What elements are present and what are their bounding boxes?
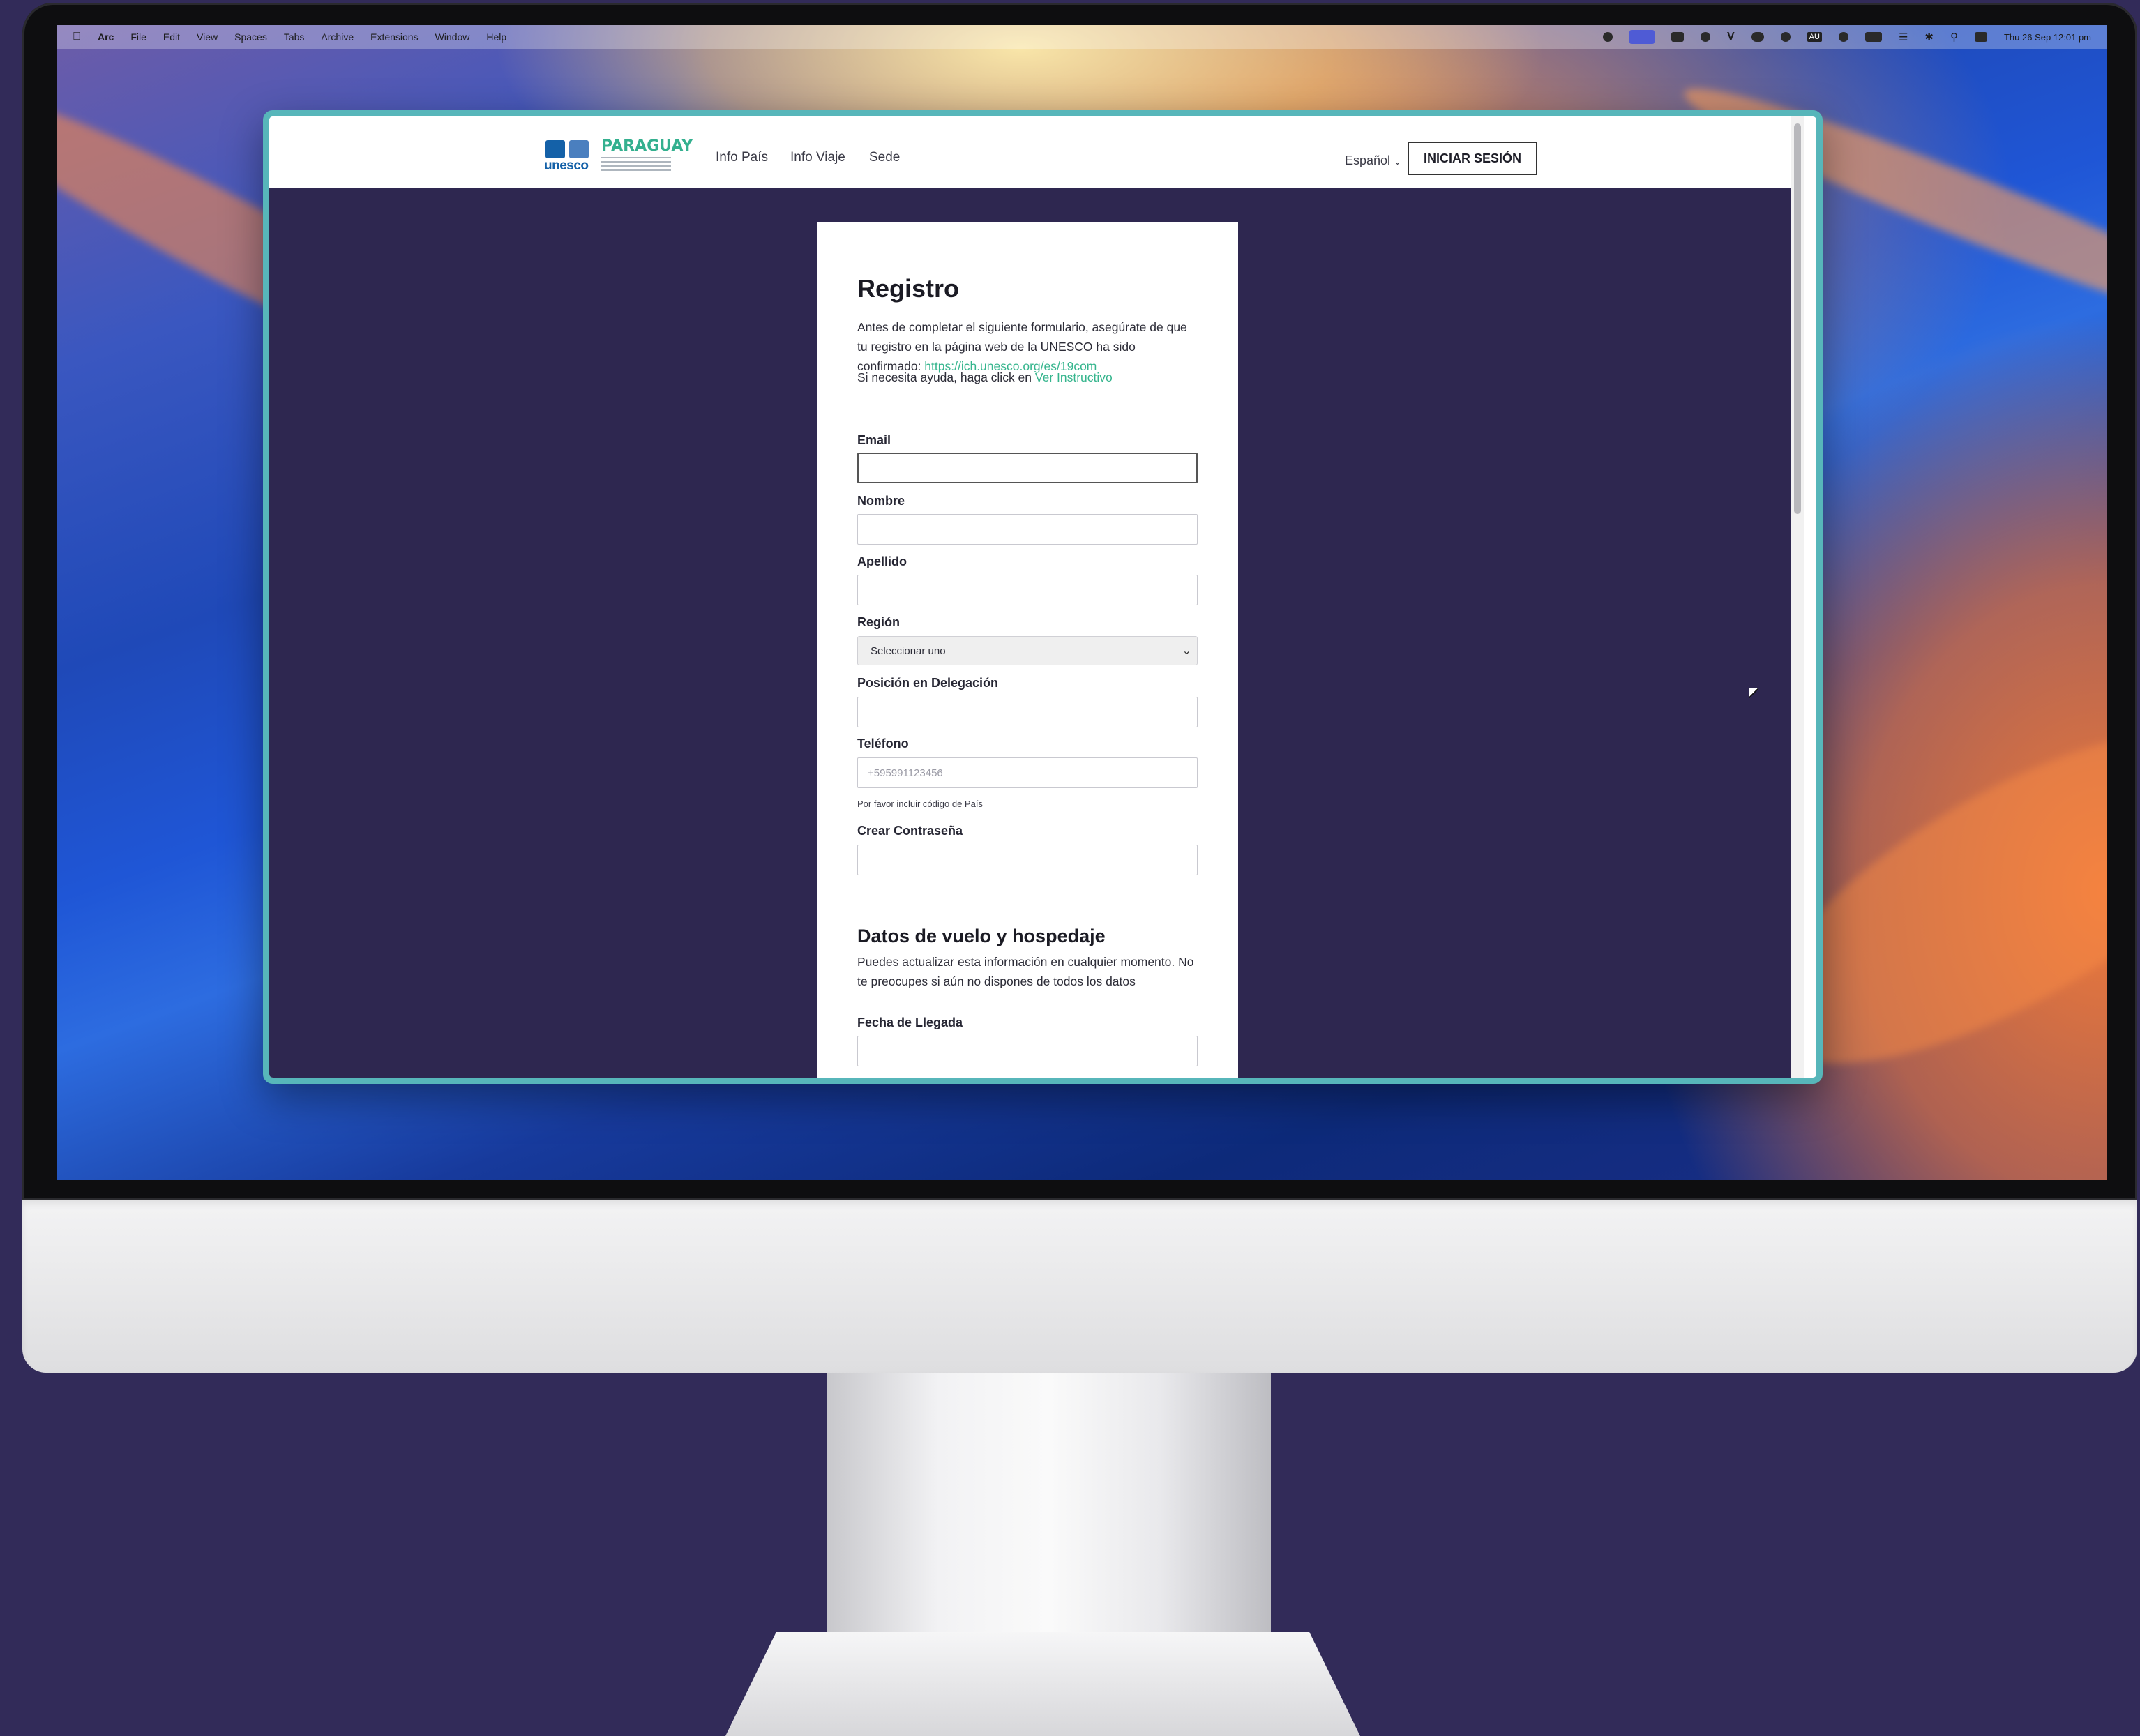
globe-icon[interactable] <box>1780 32 1791 42</box>
nombre-label: Nombre <box>857 494 905 508</box>
login-button[interactable]: INICIAR SESIÓN <box>1408 142 1537 175</box>
page-content: Registro Antes de completar el siguiente… <box>269 188 1791 1078</box>
menu-edit[interactable]: Edit <box>163 31 180 43</box>
monitor-chin <box>22 1200 2137 1373</box>
unesco-logo-text: unesco <box>544 158 589 173</box>
region-select[interactable]: Seleccionar uno ⌄ <box>857 636 1198 665</box>
menu-window[interactable]: Window <box>435 31 470 43</box>
menu-clock[interactable]: Thu 26 Sep 12:01 pm <box>2004 32 2091 43</box>
menu-view[interactable]: View <box>197 31 218 43</box>
form-title: Registro <box>857 274 960 303</box>
menu-archive[interactable]: Archive <box>321 31 354 43</box>
fecha-llegada-field[interactable] <box>857 1036 1198 1066</box>
nav-info-viaje[interactable]: Info Viaje <box>790 150 845 165</box>
monitor-stand <box>827 1373 1271 1666</box>
flight-section-title: Datos de vuelo y hospedaje <box>857 926 1106 946</box>
flight-section-text: Puedes actualizar esta información en cu… <box>857 955 1194 988</box>
help-paragraph: Si necesita ayuda, haga click en Ver Ins… <box>857 368 1199 387</box>
menu-file[interactable]: File <box>130 31 146 43</box>
battery-icon[interactable] <box>1864 32 1882 42</box>
unesco-logo-icon <box>545 140 565 158</box>
menu-bar:  Arc File Edit View Spaces Tabs Archive… <box>57 25 2107 49</box>
instructions-link[interactable]: Ver Instructivo <box>1035 370 1113 384</box>
posicion-label: Posición en Delegación <box>857 676 999 690</box>
nav-sede[interactable]: Sede <box>869 150 900 165</box>
region-label: Región <box>857 615 900 629</box>
chevron-down-icon: ⌄ <box>1394 156 1401 167</box>
password-field[interactable] <box>857 845 1198 875</box>
bluetooth-icon[interactable]: ✱ <box>1924 31 1934 43</box>
paraguay-brand[interactable]: PARAGUAY <box>601 137 693 155</box>
chevron-down-icon: ⌄ <box>1182 645 1191 657</box>
help-text: Si necesita ayuda, haga click en <box>857 370 1035 384</box>
record-icon[interactable] <box>1602 32 1613 42</box>
menu-help[interactable]: Help <box>486 31 506 43</box>
fecha-llegada-label: Fecha de Llegada <box>857 1016 963 1029</box>
menu-extensions[interactable]: Extensions <box>370 31 418 43</box>
brand-tagline-graphic <box>601 157 671 172</box>
language-label: Español <box>1345 153 1391 167</box>
monitor-foot <box>725 1632 1360 1736</box>
registration-form: Registro Antes de completar el siguiente… <box>817 222 1238 1078</box>
email-label: Email <box>857 433 891 447</box>
screen-mirror-icon[interactable] <box>1629 30 1655 44</box>
sync-icon[interactable] <box>1700 32 1710 42</box>
nombre-field[interactable] <box>857 514 1198 545</box>
posicion-field[interactable] <box>857 697 1198 727</box>
telefono-label: Teléfono <box>857 737 909 750</box>
apellido-label: Apellido <box>857 554 907 568</box>
apple-icon[interactable]:  <box>73 31 81 43</box>
scrollbar-thumb[interactable] <box>1794 123 1801 514</box>
vpn-icon[interactable]: V <box>1727 31 1735 43</box>
telefono-hint: Por favor incluir código de País <box>857 799 983 809</box>
menu-app-name[interactable]: Arc <box>98 31 114 43</box>
nav-info-pais[interactable]: Info País <box>716 150 768 165</box>
input-source-icon[interactable]: AU <box>1807 32 1822 42</box>
browser-window: unesco PARAGUAY Info País Info Viaje Sed… <box>263 110 1823 1084</box>
site-header: unesco PARAGUAY Info País Info Viaje Sed… <box>269 116 1791 188</box>
mouse-pointer-icon <box>1749 688 1758 699</box>
control-center-icon[interactable] <box>1974 32 1987 42</box>
search-icon[interactable]: ⚲ <box>1950 31 1958 43</box>
note-icon[interactable] <box>1671 32 1684 42</box>
apellido-field[interactable] <box>857 575 1198 605</box>
email-field[interactable] <box>857 453 1198 483</box>
password-label: Crear Contraseña <box>857 824 963 838</box>
cloud-icon[interactable] <box>1751 32 1764 42</box>
wifi-icon[interactable]: ☰ <box>1899 31 1908 43</box>
play-icon[interactable] <box>1838 32 1848 42</box>
menu-tabs[interactable]: Tabs <box>284 31 305 43</box>
unesco-logo[interactable]: unesco <box>544 140 591 179</box>
menu-spaces[interactable]: Spaces <box>234 31 267 43</box>
region-selected-value: Seleccionar uno <box>871 644 946 657</box>
unesco-emblem-icon <box>569 140 589 158</box>
telefono-field[interactable]: +595991123456 <box>857 757 1198 788</box>
language-selector[interactable]: Español ⌄ <box>1345 153 1401 168</box>
